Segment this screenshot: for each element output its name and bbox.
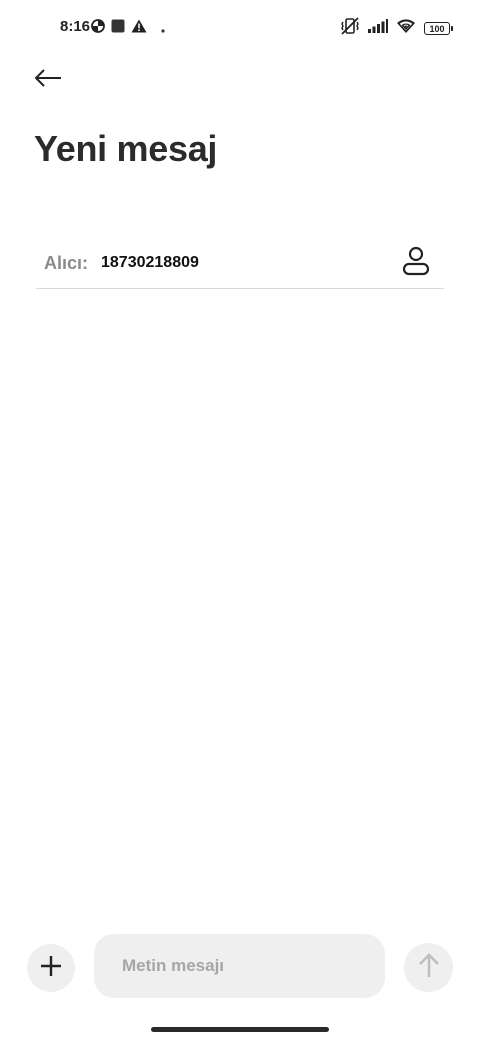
message-input-box[interactable]: [94, 934, 385, 998]
square-notification-icon: [111, 19, 125, 38]
home-indicator[interactable]: [151, 1027, 329, 1032]
status-bar: 8:16 100: [0, 0, 480, 56]
arrow-up-icon: [418, 952, 440, 983]
back-button[interactable]: [30, 62, 66, 98]
recipient-label: Alıcı:: [44, 253, 89, 273]
status-right-icons: 100: [340, 17, 453, 40]
message-input[interactable]: [122, 956, 362, 976]
status-time: 8:16: [60, 18, 91, 35]
plus-icon: [40, 955, 62, 982]
page-title: Yeni mesaj: [34, 128, 218, 169]
dot-icon: [161, 20, 165, 38]
arrow-left-icon: [34, 68, 62, 93]
contact-picker-button[interactable]: [400, 246, 432, 280]
data-saver-icon: [91, 19, 105, 38]
recipient-field[interactable]: 18730218809: [101, 254, 381, 272]
attach-button[interactable]: [27, 944, 75, 992]
warning-icon: [131, 19, 147, 38]
send-button[interactable]: [404, 943, 453, 992]
status-left-icons: [91, 19, 165, 38]
recipient-row: Alıcı: 18730218809: [36, 240, 444, 289]
contact-person-icon: [402, 246, 430, 281]
vibrate-off-icon: [340, 17, 360, 40]
wifi-icon: [396, 18, 416, 39]
cellular-signal-icon: [368, 19, 388, 38]
battery-icon: 100: [424, 22, 453, 35]
